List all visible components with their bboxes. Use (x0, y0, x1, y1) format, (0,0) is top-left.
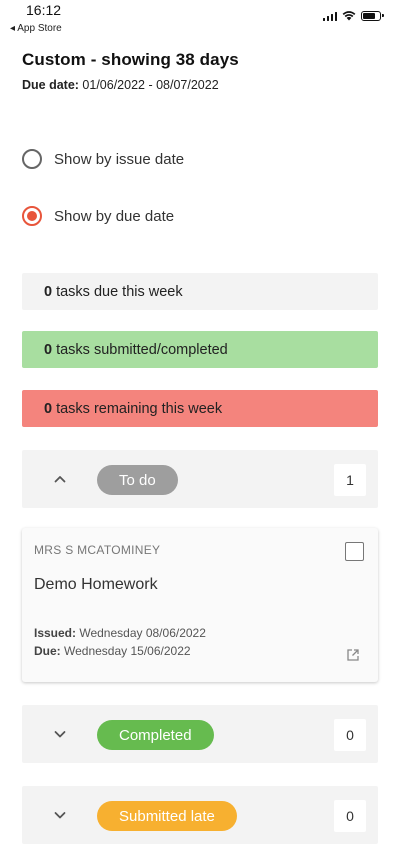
due-label: Due: (34, 644, 61, 658)
tasks-due-this-week-summary: 0 tasks due this week (22, 273, 378, 310)
chevron-up-icon[interactable] (53, 472, 67, 486)
teacher-name: MRS S MCATOMINEY (34, 543, 161, 557)
issued-value: Wednesday 08/06/2022 (76, 626, 206, 640)
tasks-submitted-count: 0 (44, 341, 53, 358)
tasks-submitted-text: tasks submitted/completed (56, 341, 228, 358)
due-date: Due: Wednesday 15/06/2022 (34, 644, 191, 658)
task-complete-checkbox[interactable] (345, 542, 364, 561)
status-bar: 16:12 ◂ App Store (0, 0, 397, 38)
status-time: 16:12 (26, 2, 62, 18)
tasks-remaining-count: 0 (44, 400, 53, 417)
issue-date-radio[interactable] (22, 149, 42, 169)
group-header-completed[interactable]: Completed 0 (22, 705, 378, 763)
due-date-radio-label: Show by due date (54, 207, 175, 225)
tasks-remaining-summary: 0 tasks remaining this week (22, 390, 378, 427)
wifi-icon (342, 11, 356, 21)
submitted-late-count: 0 (334, 800, 366, 832)
due-date-range: Due date: 01/06/2022 - 08/07/2022 (22, 78, 219, 92)
tasks-remaining-text: tasks remaining this week (56, 400, 223, 417)
external-link-icon[interactable] (346, 648, 360, 662)
battery-icon (361, 10, 384, 21)
completed-count: 0 (334, 719, 366, 751)
to-do-badge: To do (97, 465, 178, 495)
due-date-radio[interactable] (22, 206, 42, 226)
show-by-issue-date-option[interactable]: Show by issue date (22, 149, 184, 169)
issued-label: Issued: (34, 626, 77, 640)
due-date-value: 01/06/2022 - 08/07/2022 (78, 78, 219, 92)
tasks-submitted-summary: 0 tasks submitted/completed (22, 331, 378, 368)
task-card[interactable]: MRS S MCATOMINEY Demo Homework Issued: W… (22, 528, 378, 682)
issue-date-radio-label: Show by issue date (54, 150, 185, 168)
tasks-due-count: 0 (44, 283, 53, 300)
submitted-late-badge: Submitted late (97, 801, 237, 831)
chevron-down-icon[interactable] (53, 808, 67, 822)
tasks-due-text: tasks due this week (56, 283, 183, 300)
status-icons (322, 10, 384, 21)
show-by-due-date-option[interactable]: Show by due date (22, 206, 174, 226)
group-header-to-do[interactable]: To do 1 (22, 450, 378, 508)
completed-badge: Completed (97, 720, 214, 750)
group-header-submitted-late[interactable]: Submitted late 0 (22, 786, 378, 844)
back-to-app-store-link[interactable]: ◂ App Store (10, 23, 62, 34)
issued-date: Issued: Wednesday 08/06/2022 (34, 626, 206, 640)
due-date-label: Due date: (22, 78, 79, 92)
homework-title[interactable]: Demo Homework (34, 576, 158, 594)
page-title: Custom - showing 38 days (22, 50, 239, 69)
to-do-count: 1 (334, 464, 366, 496)
signal-icon (322, 11, 337, 21)
due-value: Wednesday 15/06/2022 (60, 644, 191, 658)
chevron-down-icon[interactable] (53, 727, 67, 741)
